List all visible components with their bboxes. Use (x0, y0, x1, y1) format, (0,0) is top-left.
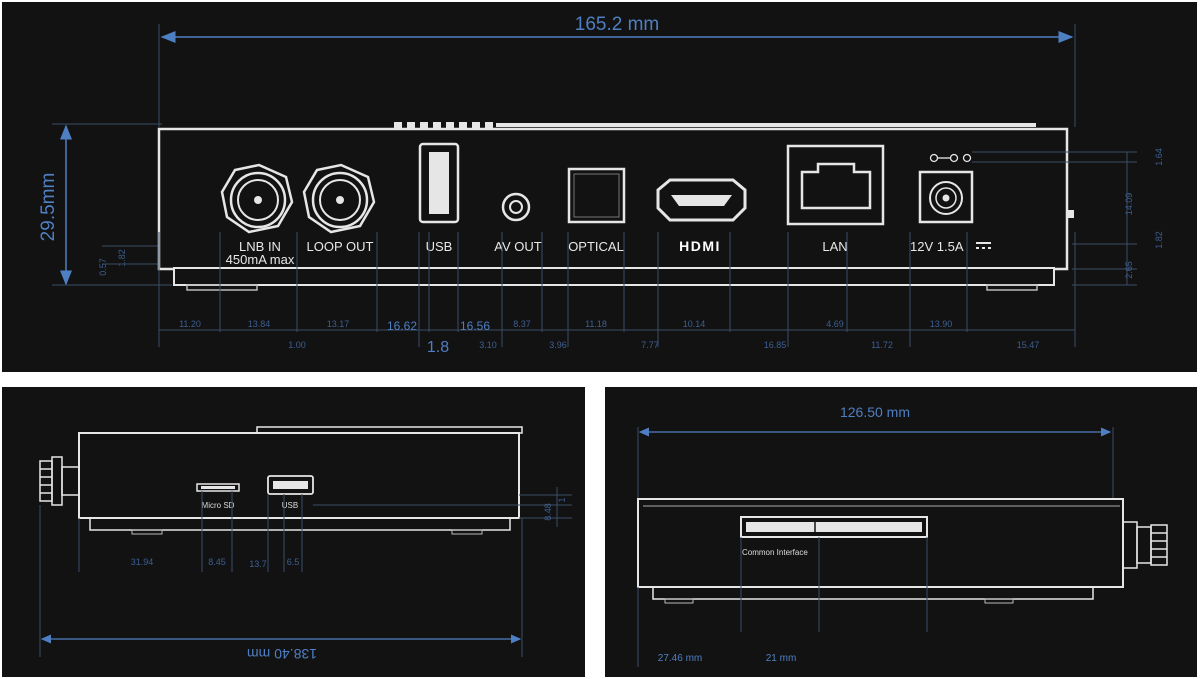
dimension-value: 1.64 (1154, 148, 1164, 166)
common-interface-slot-icon (740, 516, 928, 538)
device-rear-body (637, 498, 1124, 588)
power-label: 12V 1.5A (910, 239, 964, 254)
side-usb-port-icon (267, 475, 314, 495)
side-view-drawing: Micro SD USB 31.94 8.45 13.7 6.5 8.48 1 (39, 426, 572, 662)
front-view-drawing: 165.2 mm 29.5mm 1.82 0.57 LNB IN 450mA m… (38, 14, 1164, 356)
loop-out-label: LOOP OUT (307, 239, 374, 254)
width-label: 165.2 mm (575, 14, 659, 35)
dimension-value: 13.7 (249, 559, 267, 569)
dimension-value: 3.10 (479, 340, 497, 350)
dimension-value: 15.47 (1017, 340, 1040, 350)
dimension-value: 31.94 (131, 557, 154, 567)
dimension-value: 16.56 (460, 319, 490, 333)
rear-view-panel: 126.50 mm Common Interface 27.46 mm 21 m… (605, 387, 1197, 677)
micro-sd-label: Micro SD (202, 501, 235, 510)
rear-width-label: 126.50 mm (840, 404, 910, 420)
rear-dim-a: 27.46 mm (658, 653, 702, 664)
device-base (173, 267, 1055, 286)
dimension-value: 2.65 (1124, 261, 1134, 279)
dimension-value: 10.14 (683, 319, 706, 329)
height-label: 29.5mm (38, 173, 59, 242)
dimension-value: 8.37 (513, 319, 531, 329)
dimension-value: 8.48 (543, 503, 553, 521)
rear-connector-icon (1122, 521, 1168, 569)
optical-label: OPTICAL (568, 239, 624, 254)
common-interface-label: Common Interface (742, 548, 808, 557)
lnb-sub-label: 450mA max (226, 252, 295, 267)
front-view-panel: 165.2 mm 29.5mm 1.82 0.57 LNB IN 450mA m… (2, 2, 1197, 372)
dimension-value: 16.62 (387, 319, 417, 333)
dimension-value: 16.85 (764, 340, 787, 350)
dimension-value: 1.00 (288, 340, 306, 350)
side-connector-icon (39, 456, 80, 506)
dimension-value: 1.8 (427, 339, 449, 356)
dimension-value: 4.69 (826, 319, 844, 329)
dimension-value: 11.20 (179, 319, 201, 329)
av-out-label: AV OUT (494, 239, 541, 254)
rear-dim-b: 21 mm (766, 653, 797, 664)
dimension-value: 11.72 (871, 340, 893, 350)
dimension-value: 13.84 (248, 319, 271, 329)
dimension-value: 0.57 (98, 258, 108, 276)
dimension-value: 1 (557, 497, 567, 502)
side-view-panel: Micro SD USB 31.94 8.45 13.7 6.5 8.48 1 (2, 387, 585, 677)
rear-view-drawing: 126.50 mm Common Interface 27.46 mm 21 m… (637, 404, 1168, 667)
micro-sd-slot-icon (196, 483, 240, 492)
dimension-value: 11.18 (585, 319, 607, 329)
dimension-value: 13.90 (930, 319, 953, 329)
usb-label: USB (426, 239, 453, 254)
side-length-label: 138.40 mm (247, 646, 317, 662)
dimension-value: 1.82 (1154, 231, 1164, 249)
dimension-value: 7.77 (641, 340, 659, 350)
lan-label: LAN (822, 239, 847, 254)
dimension-value: 8.45 (208, 557, 226, 567)
dimension-value: 6.5 (287, 557, 300, 567)
hdmi-label: HDMI (679, 238, 721, 254)
side-extension-lines (39, 487, 572, 657)
dimension-value: 3.96 (549, 340, 567, 350)
dimension-value: 13.17 (327, 319, 350, 329)
dimension-value: 14.09 (1124, 193, 1134, 216)
